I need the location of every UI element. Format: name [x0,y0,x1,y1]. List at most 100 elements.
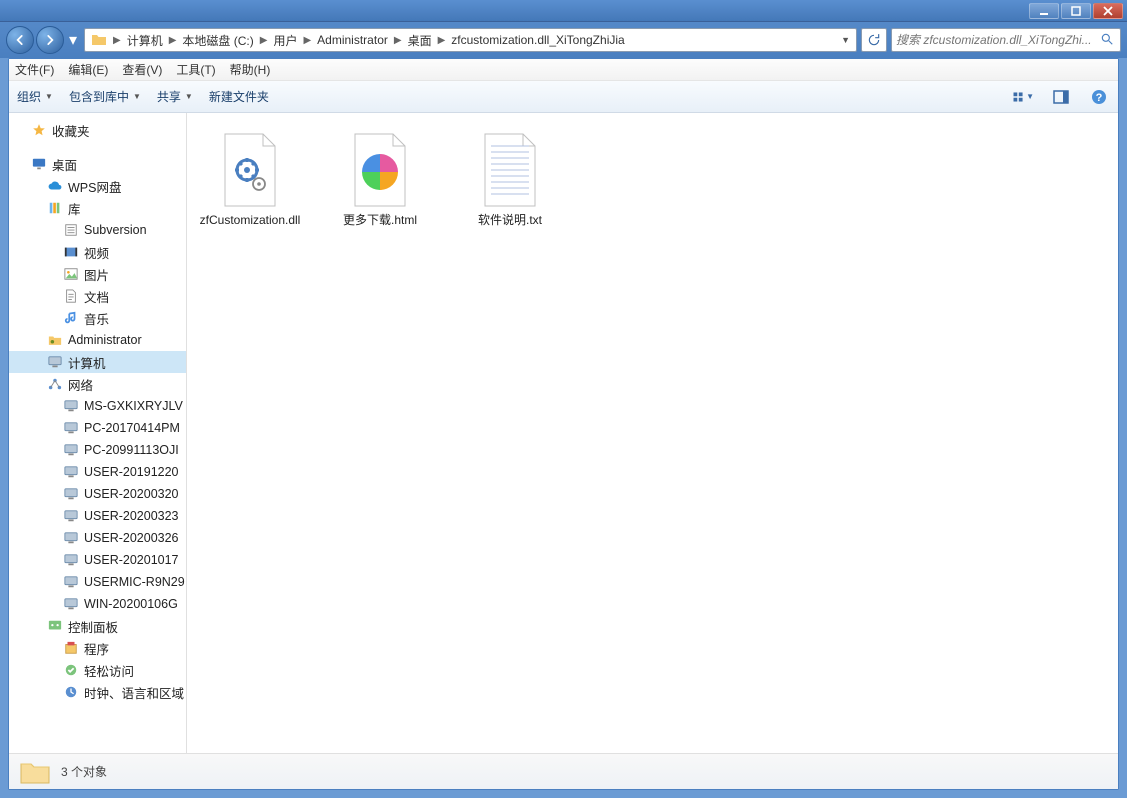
tree-administrator[interactable]: Administrator [9,329,186,351]
chevron-right-icon: ▶ [392,35,404,46]
computer-icon [63,530,79,546]
window-body: 文件(F) 编辑(E) 查看(V) 工具(T) 帮助(H) 组织▼ 包含到库中▼… [8,58,1119,790]
menu-file[interactable]: 文件(F) [15,61,54,78]
status-text: 3 个对象 [61,763,107,780]
item-icon [63,288,79,304]
share-button[interactable]: 共享▼ [157,88,193,105]
tree-net-item[interactable]: USER-20200320 [9,483,186,505]
nav-forward-button[interactable] [36,26,64,54]
search-icon[interactable] [1100,32,1116,48]
tree-cp-item[interactable]: 时钟、语言和区域 [9,681,186,703]
tree-label: USER-20200323 [84,509,179,523]
tree-net-item[interactable]: USER-20200326 [9,527,186,549]
breadcrumb[interactable]: ▶ 计算机 ▶ 本地磁盘 (C:) ▶ 用户 ▶ Administrator ▶… [84,28,857,52]
tree-net-item[interactable]: PC-20170414PM [9,417,186,439]
address-bar: ▾ ▶ 计算机 ▶ 本地磁盘 (C:) ▶ 用户 ▶ Administrator… [0,22,1127,58]
tree-label: USER-20191220 [84,465,179,479]
crumb-computer[interactable]: 计算机 [123,29,167,51]
crumb-users[interactable]: 用户 [269,29,301,51]
close-button[interactable] [1093,3,1123,19]
tree-net-item[interactable]: WIN-20200106G [9,593,186,615]
file-item[interactable]: 更多下载.html [325,127,435,233]
file-list[interactable]: zfCustomization.dll 更多下载.html 软件说明.txt [187,113,1118,753]
tree-lib-item[interactable]: 视频 [9,241,186,263]
computer-icon [63,596,79,612]
tree-control-panel[interactable]: 控制面板 [9,615,186,637]
html-icon [341,131,419,209]
tree-label: 音乐 [84,309,109,328]
preview-pane-button[interactable] [1050,86,1072,108]
tree-net-item[interactable]: USERMIC-R9N29 [9,571,186,593]
title-bar [0,0,1127,22]
computer-icon [63,442,79,458]
library-icon [47,200,63,216]
item-icon [63,310,79,326]
cloud-icon [47,178,63,194]
tree-label: 轻松访问 [84,661,134,680]
tree-label: 桌面 [52,155,77,174]
tree-lib-item[interactable]: 图片 [9,263,186,285]
tree-computer[interactable]: 计算机 [9,351,186,373]
include-library-button[interactable]: 包含到库中▼ [69,88,141,105]
tree-label: 视频 [84,243,109,262]
tree-net-item[interactable]: USER-20191220 [9,461,186,483]
file-label: 软件说明.txt [478,213,542,229]
tree-network[interactable]: 网络 [9,373,186,395]
tree-label: 程序 [84,639,109,658]
menu-tools[interactable]: 工具(T) [176,61,215,78]
view-options-button[interactable]: ▼ [1012,86,1034,108]
tree-cp-item[interactable]: 程序 [9,637,186,659]
navigation-tree[interactable]: 收藏夹 桌面 WPS网盘 库 Subversion 视频图片文档音乐 Admini… [9,113,187,753]
main-area: 收藏夹 桌面 WPS网盘 库 Subversion 视频图片文档音乐 Admini… [9,113,1118,753]
tree-lib-item[interactable]: Subversion [9,219,186,241]
tree-library[interactable]: 库 [9,197,186,219]
tree-cp-item[interactable]: 轻松访问 [9,659,186,681]
item-icon [63,222,79,238]
tree-label: Subversion [84,223,147,237]
menu-edit[interactable]: 编辑(E) [68,61,108,78]
chevron-right-icon: ▶ [258,35,270,46]
chevron-right-icon: ▶ [436,35,448,46]
crumb-desktop[interactable]: 桌面 [404,29,436,51]
menu-bar: 文件(F) 编辑(E) 查看(V) 工具(T) 帮助(H) [9,59,1118,81]
dll-icon [211,131,289,209]
tree-label: 时钟、语言和区域 [84,683,184,702]
maximize-button[interactable] [1061,3,1091,19]
file-item[interactable]: zfCustomization.dll [195,127,305,233]
chevron-down-icon: ▼ [185,92,193,101]
crumb-drive[interactable]: 本地磁盘 (C:) [178,29,257,51]
tree-net-item[interactable]: USER-20201017 [9,549,186,571]
search-input[interactable] [896,33,1100,47]
tree-label: PC-20170414PM [84,421,180,435]
chevron-down-icon[interactable]: ▼ [841,35,850,45]
tree-label: MS-GXKIXRYJLV [84,399,183,413]
nav-history-dropdown[interactable]: ▾ [66,26,80,54]
organize-button[interactable]: 组织▼ [17,88,53,105]
desktop-icon [31,156,47,172]
item-icon [63,662,79,678]
tree-lib-item[interactable]: 文档 [9,285,186,307]
menu-view[interactable]: 查看(V) [122,61,162,78]
search-box[interactable] [891,28,1121,52]
tree-net-item[interactable]: MS-GXKIXRYJLV [9,395,186,417]
tree-net-item[interactable]: PC-20991113OJI [9,439,186,461]
tree-net-item[interactable]: USER-20200323 [9,505,186,527]
tree-desktop[interactable]: 桌面 [9,153,186,175]
tree-wps[interactable]: WPS网盘 [9,175,186,197]
crumb-current[interactable]: zfcustomization.dll_XiTongZhiJia [447,29,628,51]
minimize-button[interactable] [1029,3,1059,19]
computer-icon [63,552,79,568]
tree-favorites[interactable]: 收藏夹 [9,119,186,141]
tree-lib-item[interactable]: 音乐 [9,307,186,329]
nav-back-button[interactable] [6,26,34,54]
new-folder-button[interactable]: 新建文件夹 [209,88,269,105]
crumb-admin[interactable]: Administrator [313,29,392,51]
help-button[interactable]: ? [1088,86,1110,108]
menu-help[interactable]: 帮助(H) [230,61,271,78]
chevron-right-icon: ▶ [111,35,123,46]
tree-label: USER-20200326 [84,531,179,545]
item-icon [63,244,79,260]
refresh-button[interactable] [861,28,887,52]
tree-label: 收藏夹 [52,121,90,140]
file-item[interactable]: 软件说明.txt [455,127,565,233]
